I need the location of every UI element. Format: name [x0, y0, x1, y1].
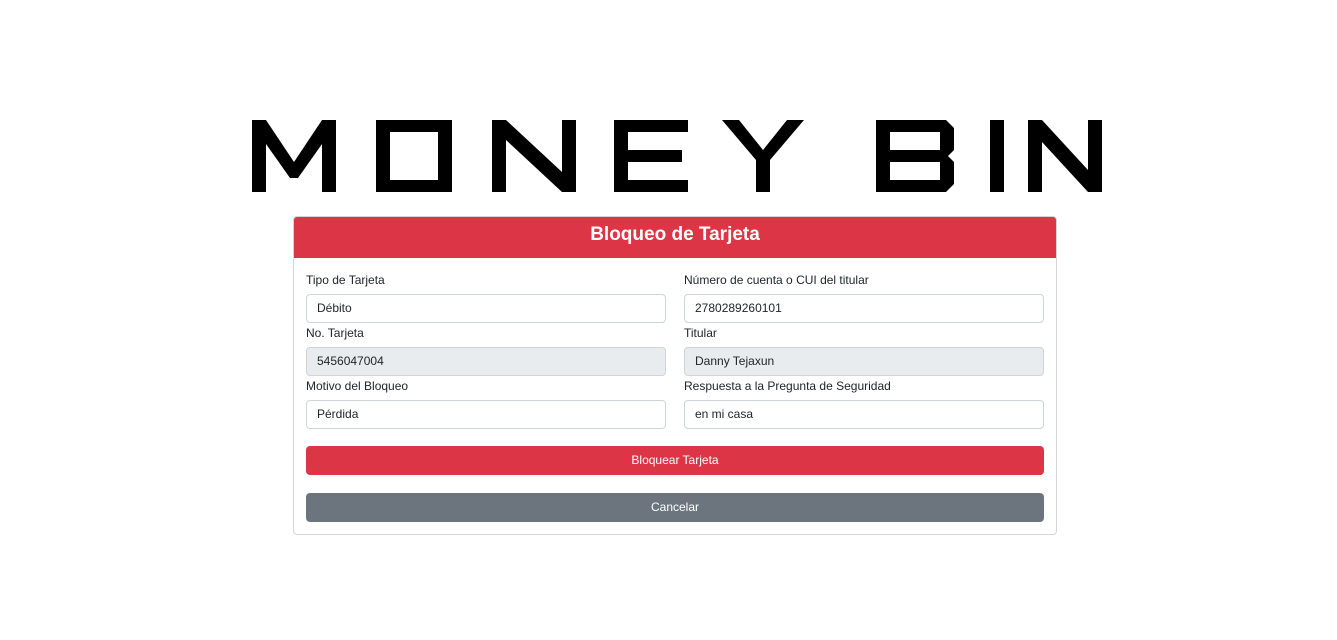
- field-tipo-tarjeta: Tipo de Tarjeta Débito: [306, 272, 666, 323]
- field-motivo: Motivo del Bloqueo Pérdida: [306, 378, 666, 429]
- field-titular: Titular Danny Tejaxun: [684, 325, 1044, 376]
- no-tarjeta-label: No. Tarjeta: [306, 326, 364, 340]
- cancelar-button[interactable]: Cancelar: [306, 493, 1044, 522]
- field-cuenta-cui: Número de cuenta o CUI del titular 27802…: [684, 272, 1044, 323]
- cuenta-cui-label: Número de cuenta o CUI del titular: [684, 273, 869, 287]
- tipo-tarjeta-select[interactable]: Débito: [306, 294, 666, 323]
- motivo-select[interactable]: Pérdida: [306, 400, 666, 429]
- titular-label: Titular: [684, 326, 717, 340]
- bloquear-tarjeta-button[interactable]: Bloquear Tarjeta: [306, 446, 1044, 475]
- titular-input: Danny Tejaxun: [684, 347, 1044, 376]
- respuesta-input[interactable]: en mi casa: [684, 400, 1044, 429]
- card-title: Bloqueo de Tarjeta: [294, 217, 1056, 258]
- money-bin-logo: [252, 120, 1102, 192]
- card-lock-form: Bloqueo de Tarjeta Tipo de Tarjeta Débit…: [293, 216, 1057, 535]
- tipo-tarjeta-label: Tipo de Tarjeta: [306, 273, 385, 287]
- no-tarjeta-input: 5456047004: [306, 347, 666, 376]
- field-respuesta: Respuesta a la Pregunta de Seguridad en …: [684, 378, 1044, 429]
- motivo-label: Motivo del Bloqueo: [306, 379, 409, 393]
- field-no-tarjeta: No. Tarjeta 5456047004: [306, 325, 666, 376]
- respuesta-label: Respuesta a la Pregunta de Seguridad: [684, 379, 891, 393]
- cuenta-cui-input[interactable]: 2780289260101: [684, 294, 1044, 323]
